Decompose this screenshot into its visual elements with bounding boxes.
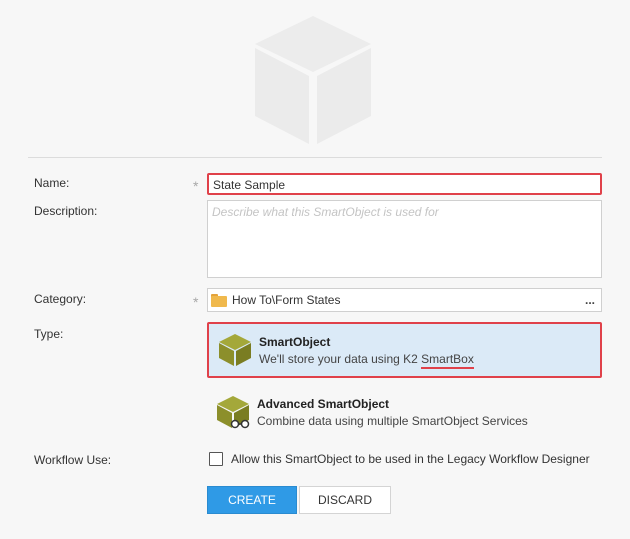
- smartobject-desc: We'll store your data using K2 SmartBox: [259, 351, 474, 369]
- workflow-use-label: Workflow Use:: [34, 453, 112, 467]
- category-required-icon: *: [193, 294, 199, 310]
- smartobject-desc-prefix: We'll store your data using K2: [259, 351, 422, 366]
- name-field[interactable]: State Sample: [207, 173, 602, 195]
- name-required-icon: *: [193, 178, 199, 194]
- name-label: Name:: [34, 176, 70, 190]
- description-label: Description:: [34, 204, 98, 218]
- advanced-smartobject-desc: Combine data using multiple SmartObject …: [257, 413, 528, 428]
- smartobject-title: SmartObject: [259, 334, 331, 349]
- advanced-smartobject-cube-icon: [215, 394, 251, 430]
- type-option-smartobject[interactable]: SmartObject We'll store your data using …: [207, 322, 602, 378]
- category-browse-button[interactable]: ...: [585, 289, 595, 311]
- type-label: Type:: [34, 327, 64, 341]
- create-button[interactable]: CREATE: [207, 486, 297, 514]
- smartobject-cube-icon: [217, 332, 253, 368]
- advanced-smartobject-title: Advanced SmartObject: [257, 396, 390, 411]
- legacy-workflow-checkbox[interactable]: [209, 452, 223, 466]
- discard-button[interactable]: DISCARD: [299, 486, 391, 514]
- legacy-workflow-checkbox-label[interactable]: Allow this SmartObject to be used in the…: [231, 452, 590, 466]
- type-option-advanced-smartobject[interactable]: Advanced SmartObject Combine data using …: [207, 384, 602, 440]
- smartobject-placeholder-icon: [243, 8, 383, 148]
- header-divider: [28, 157, 602, 158]
- category-field[interactable]: How To\Form States ...: [207, 288, 602, 312]
- smartbox-highlight: SmartBox: [421, 351, 474, 369]
- category-label: Category:: [34, 292, 87, 306]
- folder-icon: [211, 293, 227, 307]
- category-value: How To\Form States: [232, 293, 341, 307]
- description-field[interactable]: Describe what this SmartObject is used f…: [207, 200, 602, 278]
